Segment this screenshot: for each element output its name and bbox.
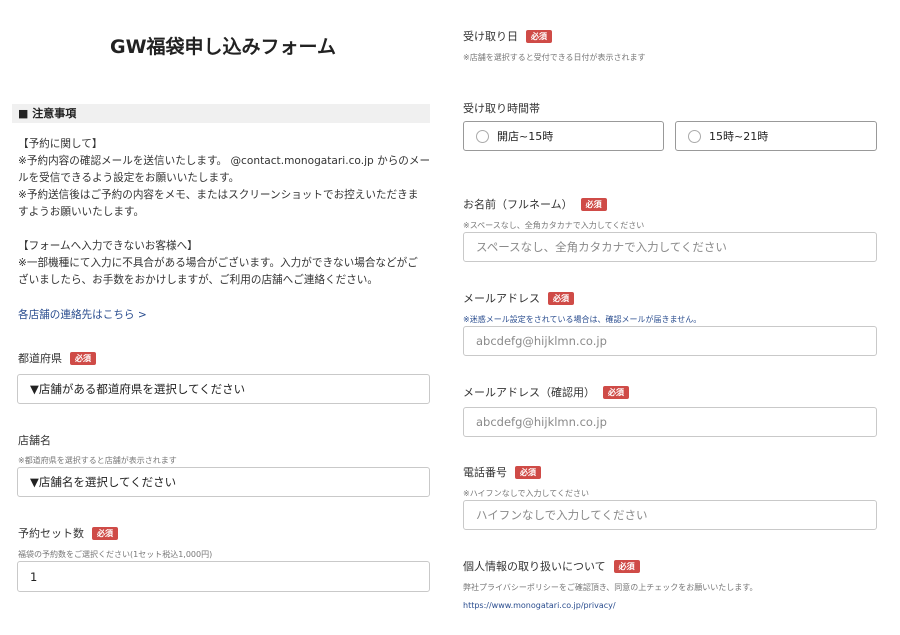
store-select[interactable]: ▼店舗名を選択してください xyxy=(17,467,430,497)
notice-line: すようお願いいたします。 xyxy=(18,206,145,218)
required-badge: 必須 xyxy=(613,560,640,573)
pickup-time-option-label: 開店~15時 xyxy=(497,130,554,143)
notice-line: 【フォームへ入力できないお客様へ】 xyxy=(18,240,198,252)
required-badge: 必須 xyxy=(515,466,541,479)
radio-button[interactable] xyxy=(688,129,701,143)
pickup-date-hint: ※店舗を選択すると受付できる日付が表示されます xyxy=(463,53,646,62)
privacy-label-text: 個人情報の取り扱いについて xyxy=(463,560,606,573)
name-input[interactable]: スペースなし、全角カタカナで入力してください xyxy=(463,232,877,262)
prefecture-select[interactable]: ▼店舗がある都道府県を選択してください xyxy=(17,374,430,404)
phone-hint: ※ハイフンなしで入力してください xyxy=(463,489,589,498)
email-input[interactable]: abcdefg@hijklmn.co.jp xyxy=(463,326,877,356)
set-count-select[interactable]: 1 xyxy=(17,561,430,592)
email-confirm-label: メールアドレス（確認用） 必須 xyxy=(463,384,629,400)
store-select-value: ▼店舗名を選択してください xyxy=(30,475,177,489)
email-confirm-input-placeholder: abcdefg@hijklmn.co.jp xyxy=(476,415,607,429)
privacy-policy-link[interactable]: https://www.monogatari.co.jp/privacy/ xyxy=(463,601,616,610)
notice-line: 【予約に関して】 xyxy=(18,138,103,150)
required-badge: 必須 xyxy=(526,30,552,43)
name-label: お名前（フルネーム） 必須 xyxy=(463,196,607,212)
phone-input[interactable]: ハイフンなしで入力してください xyxy=(463,500,877,530)
email-input-placeholder: abcdefg@hijklmn.co.jp xyxy=(476,334,607,348)
form-title: GW福袋申し込みフォーム xyxy=(110,36,336,58)
notice-line: ルを受信できるよう設定をお願いいたします。 xyxy=(18,172,240,184)
privacy-text: 弊社プライバシーポリシーをご確認頂き、同意の上チェックをお願いいたします。 xyxy=(463,583,758,592)
notice-line: ※予約内容の確認メールを送信いたします。 @contact.monogatari… xyxy=(18,155,431,167)
set-count-value: 1 xyxy=(30,569,38,584)
required-badge: 必須 xyxy=(580,198,607,211)
prefecture-select-value: ▼店舗がある都道府県を選択してください xyxy=(30,382,246,396)
email-label-text: メールアドレス xyxy=(463,292,540,305)
privacy-label: 個人情報の取り扱いについて 必須 xyxy=(463,558,640,574)
set-count-hint: 福袋の予約数をご選択ください(1セット税込1,000円) xyxy=(18,550,213,559)
pickup-time-option-1[interactable]: 開店~15時 xyxy=(463,121,664,151)
pickup-time-option-2[interactable]: 15時~21時 xyxy=(675,121,877,151)
prefecture-label: 都道府県 必須 xyxy=(18,350,96,366)
notice-line: ※一部機種にて入力に不具合がある場合がございます。入力ができない場合などがご xyxy=(18,257,418,269)
email-confirm-label-text: メールアドレス（確認用） xyxy=(463,386,595,399)
name-hint: ※スペースなし、全角カタカナで入力してください xyxy=(463,221,645,230)
email-hint: ※迷惑メール設定をされている場合は、確認メールが届きません。 xyxy=(463,315,702,324)
set-count-label-text: 予約セット数 xyxy=(18,527,84,540)
pickup-date-label-text: 受け取り日 xyxy=(463,30,518,43)
name-label-text: お名前（フルネーム） xyxy=(463,198,573,211)
pickup-time-label: 受け取り時間帯 xyxy=(463,102,540,115)
store-label: 店舗名 xyxy=(18,434,51,447)
pickup-time-option-label: 15時~21時 xyxy=(709,130,769,143)
required-badge: 必須 xyxy=(548,292,574,305)
email-confirm-input[interactable]: abcdefg@hijklmn.co.jp xyxy=(463,407,877,437)
name-input-placeholder: スペースなし、全角カタカナで入力してください xyxy=(476,240,727,254)
phone-label-text: 電話番号 xyxy=(463,466,507,479)
radio-button[interactable] xyxy=(476,129,489,143)
email-label: メールアドレス 必須 xyxy=(463,290,574,306)
store-hint: ※都道府県を選択すると店舗が表示されます xyxy=(18,456,177,465)
required-badge: 必須 xyxy=(92,527,118,540)
required-badge: 必須 xyxy=(70,352,96,365)
notice-heading: ■ 注意事項 xyxy=(12,104,430,123)
prefecture-label-text: 都道府県 xyxy=(18,352,62,365)
set-count-label: 予約セット数 必須 xyxy=(18,525,118,541)
pickup-date-label: 受け取り日 必須 xyxy=(463,28,552,44)
required-badge: 必須 xyxy=(603,386,629,399)
notice-line: ざいましたら、お手数をおかけしますが、ご利用の店舗へご連絡ください。 xyxy=(18,274,378,286)
phone-input-placeholder: ハイフンなしで入力してください xyxy=(476,508,648,522)
notice-line: ※予約送信後はご予約の内容をメモ、またはスクリーンショットでお控えいただきま xyxy=(18,189,419,201)
store-contact-link[interactable]: 各店舗の連絡先はこちら > xyxy=(18,307,147,322)
phone-label: 電話番号 必須 xyxy=(463,464,541,480)
